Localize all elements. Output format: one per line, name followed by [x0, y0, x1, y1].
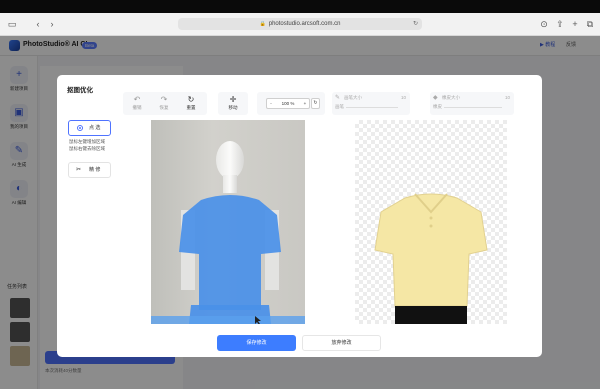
zoom-control: - 100 % + [266, 98, 310, 109]
zoom-reset-button[interactable]: ↻ [311, 98, 320, 109]
pencil-icon: ✎ [335, 95, 341, 101]
magic-wand-icon: ✂ [76, 167, 82, 173]
discard-changes-button[interactable]: 放弃修改 [302, 335, 381, 351]
address-text: photostudio.arcsoft.com.cn [268, 21, 341, 27]
eraser-size-control: ◆ 橡皮大小 10 橡皮 [430, 92, 514, 115]
cutout-refine-dialog: 抠图优化 ↶ 撤销 ↷ 恢复 ↻ 重置 ✛ 移动 - 100 % + ↻ ✎ 画… [57, 75, 542, 357]
move-button[interactable]: ✛ 移动 [224, 95, 242, 111]
brush-sub-label: 画笔 [335, 104, 344, 109]
brush-size-slider[interactable] [346, 107, 398, 108]
move-toolbar: ✛ 移动 [218, 92, 248, 115]
brush-size-label: 画笔大小 [344, 95, 362, 100]
undo-label: 撤销 [132, 105, 142, 110]
tab-overview-icon[interactable]: ⧉ [584, 18, 596, 30]
brush-size-value: 10 [400, 95, 406, 100]
eraser-size-slider[interactable] [444, 107, 502, 108]
edit-canvas[interactable] [151, 120, 305, 324]
cutout-preview-image [374, 193, 488, 324]
refine-label: 精 修 [89, 167, 101, 173]
download-icon[interactable]: ⊙ [538, 18, 550, 30]
forward-icon[interactable]: › [46, 18, 58, 30]
brush-size-control: ✎ 画笔大小 10 画笔 [332, 92, 410, 115]
move-icon: ✛ [229, 95, 237, 104]
undo-icon: ↶ [133, 95, 141, 104]
mannequin-image [151, 141, 305, 324]
move-label: 移动 [228, 105, 238, 110]
reset-label: 重置 [186, 105, 196, 110]
new-tab-icon[interactable]: + [569, 18, 581, 30]
reset-icon: ↻ [187, 95, 195, 104]
eraser-size-label: 橡皮大小 [442, 95, 460, 100]
undo-button[interactable]: ↶ 撤销 [128, 95, 146, 111]
share-icon[interactable]: ⇪ [554, 18, 566, 30]
sidebar-toggle-icon[interactable]: ▭ [6, 18, 18, 30]
reset-button[interactable]: ↻ 重置 [182, 95, 200, 111]
redo-label: 恢复 [159, 105, 169, 110]
preview-canvas [355, 120, 507, 324]
eraser-size-value: 10 [504, 95, 510, 100]
hint-remove-region: 鼠标右键去除区域 [69, 146, 105, 151]
history-toolbar: ↶ 撤销 ↷ 恢复 ↻ 重置 [123, 92, 207, 115]
reload-icon[interactable]: ↻ [413, 18, 418, 30]
dialog-title: 抠图优化 [67, 87, 93, 94]
point-select-mode-button[interactable]: 点 选 [68, 120, 111, 136]
address-bar[interactable]: 🔒 photostudio.arcsoft.com.cn ↻ [178, 18, 422, 30]
eraser-sub-label: 橡皮 [433, 104, 442, 109]
eraser-icon: ◆ [433, 95, 438, 101]
zoom-toolbar: - 100 % + ↻ [257, 92, 325, 115]
hint-add-region: 鼠标左键增加区域 [69, 139, 105, 144]
redo-icon: ↷ [160, 95, 168, 104]
back-icon[interactable]: ‹ [32, 18, 44, 30]
browser-toolbar: ▭ ‹ › 🔒 photostudio.arcsoft.com.cn ↻ ⊙ ⇪ … [0, 13, 600, 36]
top-black-bar [0, 0, 600, 13]
save-changes-button[interactable]: 保存修改 [217, 335, 296, 351]
point-select-label: 点 选 [89, 125, 101, 131]
refine-mode-button[interactable]: ✂ 精 修 [68, 162, 111, 178]
lock-icon: 🔒 [259, 21, 266, 27]
redo-button[interactable]: ↷ 恢复 [155, 95, 173, 111]
zoom-out-button[interactable]: - [267, 99, 275, 108]
zoom-in-button[interactable]: + [301, 99, 309, 108]
zoom-value: 100 % [281, 101, 295, 106]
radio-icon [77, 125, 83, 131]
